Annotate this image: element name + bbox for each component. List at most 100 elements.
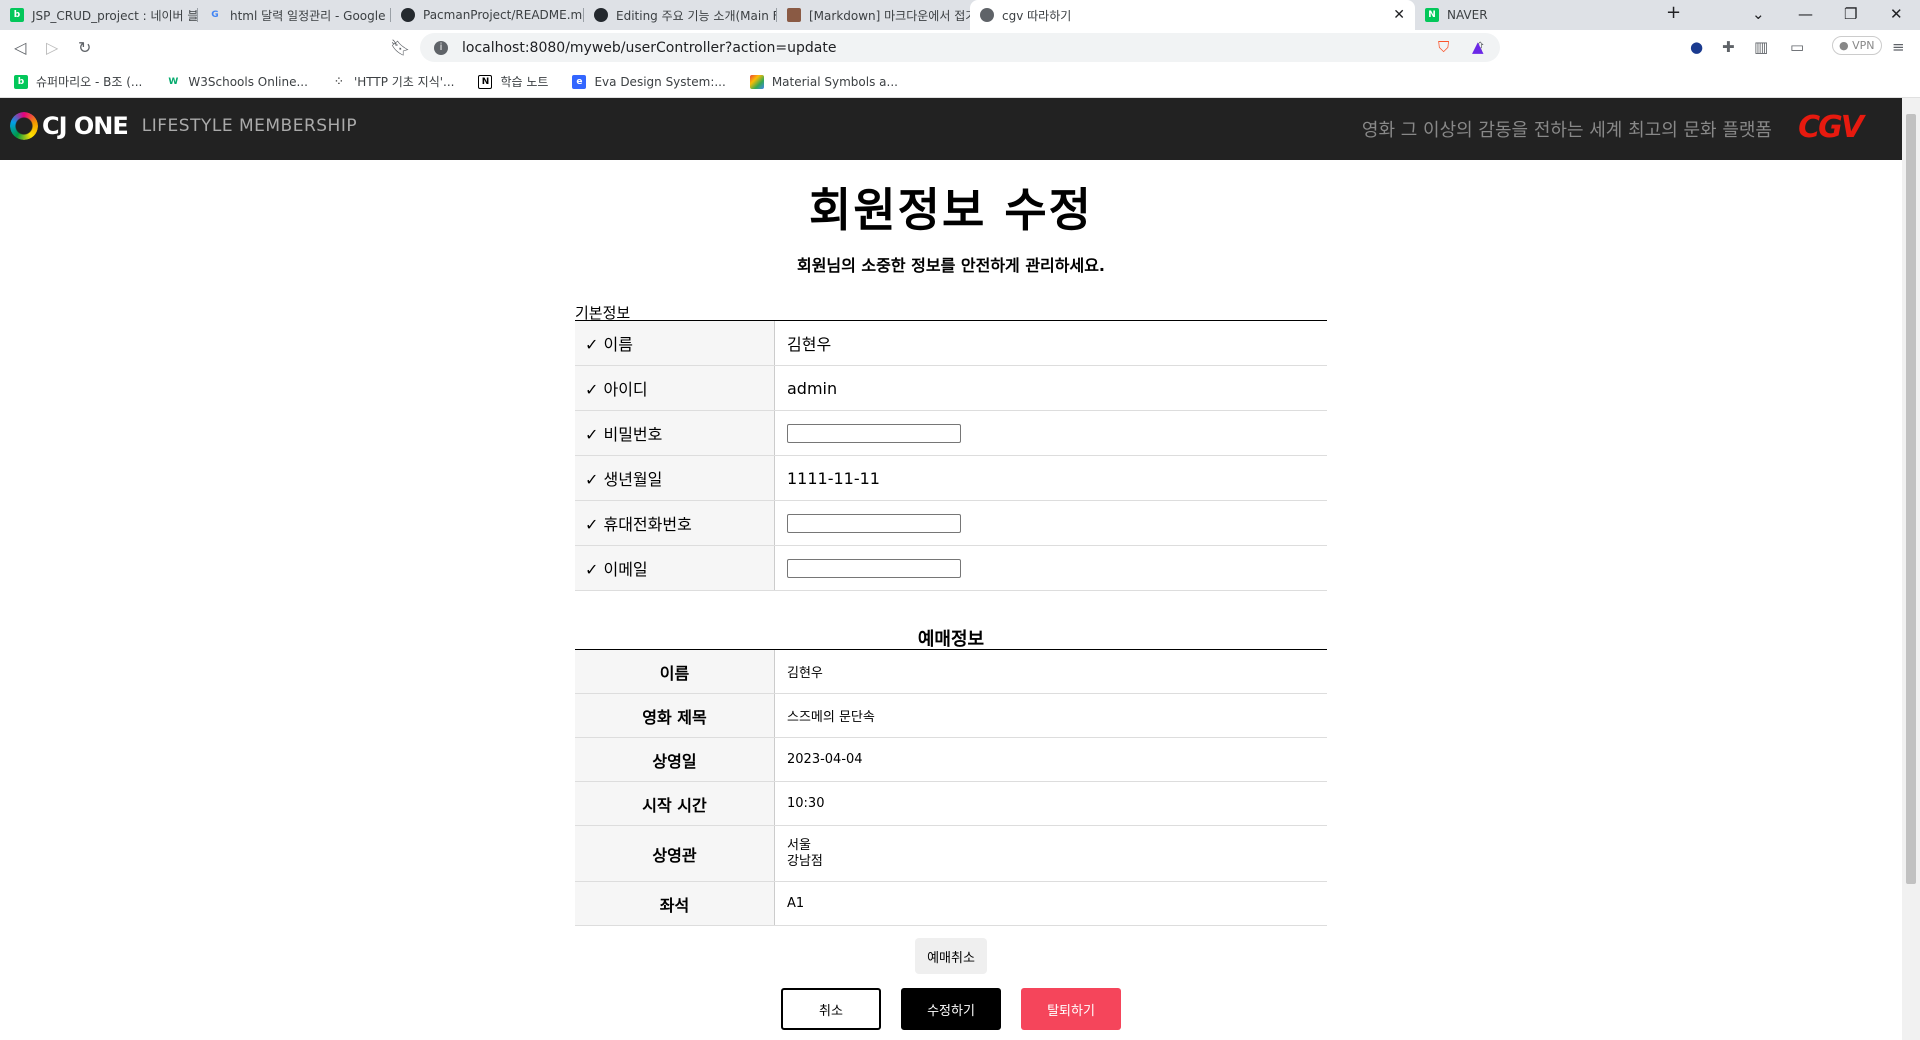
tab-naver-blog[interactable]: b JSP_CRUD_project : 네이버 블로그 [0, 0, 198, 30]
vpn-button[interactable]: ● VPN [1832, 36, 1882, 55]
close-icon[interactable]: ✕ [1393, 7, 1405, 23]
thumbnail-icon [787, 8, 801, 22]
bookmark-label: 슈퍼마리오 - B조 (... [36, 75, 143, 89]
sidebar-icon[interactable]: ▥ [1754, 38, 1768, 56]
row-label: ✓ 이름 [575, 321, 775, 365]
github-icon [594, 8, 608, 22]
table-row: ✓ 비밀번호 [575, 411, 1327, 456]
table-row: 시작 시간 10:30 [575, 782, 1327, 826]
row-label: ✓ 생년월일 [575, 456, 775, 500]
reload-icon[interactable]: ↻ [78, 38, 91, 57]
new-tab-icon[interactable]: + [1666, 2, 1681, 23]
info-icon[interactable]: i [434, 40, 448, 55]
bookmark-label: W3Schools Online... [188, 74, 308, 89]
cancel-reservation-button[interactable]: 예매취소 [915, 938, 987, 974]
brave-rewards-icon[interactable]: ▲ [1472, 38, 1484, 56]
row-label: ✓ 이메일 [575, 546, 775, 590]
id-value: admin [787, 378, 838, 398]
brand-name: CJ ONE [42, 112, 129, 140]
basic-info-table: ✓ 이름 김현우 ✓ 아이디 admin ✓ 비밀번호 ✓ 생년월일 1111-… [575, 320, 1327, 591]
bookmark-label: 학습 노트 [500, 75, 549, 89]
tab-naver[interactable]: N NAVER [1415, 0, 1608, 30]
main-content: 회원정보 수정 회원님의 소중한 정보를 안전하게 관리하세요. 기본정보 ✓ … [575, 174, 1327, 1030]
table-row: ✓ 휴대전화번호 [575, 501, 1327, 546]
tab-markdown[interactable]: [Markdown] 마크다운에서 접기/펼치 [777, 0, 970, 30]
page-viewport: CJ ONE LIFESTYLE MEMBERSHIP 영화 그 이상의 감동을… [0, 98, 1902, 1040]
password-input[interactable] [787, 423, 961, 443]
page-scrollbar[interactable] [1902, 98, 1920, 1040]
dots-icon: ⁘ [335, 76, 343, 87]
site-header: CJ ONE LIFESTYLE MEMBERSHIP 영화 그 이상의 감동을… [0, 98, 1902, 160]
table-row: 영화 제목 스즈메의 문단속 [575, 694, 1327, 738]
update-button[interactable]: 수정하기 [901, 988, 1001, 1030]
blog-icon: b [14, 74, 28, 89]
row-label: ✓ 휴대전화번호 [575, 501, 775, 545]
bookmark-label: 'HTTP 기초 지식'... [353, 75, 455, 89]
forward-icon[interactable]: ▷ [46, 38, 58, 57]
phone-input[interactable] [787, 513, 961, 533]
reservation-table: 이름 김현우 영화 제목 스즈메의 문단속 상영일 2023-04-04 시작 … [575, 649, 1327, 926]
bookmark-item[interactable]: ⁘ 'HTTP 기초 지식'... [332, 73, 455, 90]
row-label: 시작 시간 [575, 782, 775, 825]
bookmark-item[interactable]: b 슈퍼마리오 - B조 (... [14, 73, 142, 90]
table-row: ✓ 이메일 [575, 546, 1327, 591]
table-row: ✓ 이름 김현우 [575, 321, 1327, 366]
tab-label: JSP_CRUD_project : 네이버 블로그 [32, 8, 198, 23]
notion-icon: N [478, 74, 493, 89]
brand-tagline: LIFESTYLE MEMBERSHIP [141, 116, 358, 136]
brave-shield-icon[interactable]: ⛉ [1438, 38, 1449, 56]
theater-branch: 강남점 [787, 853, 823, 869]
extension-check-icon[interactable]: ● [1690, 38, 1703, 56]
email-input[interactable] [787, 558, 961, 578]
table-row: 상영관 서울 강남점 [575, 826, 1327, 882]
name-value: 김현우 [787, 335, 832, 354]
bookmark-item[interactable]: Material Symbols a... [749, 74, 898, 89]
w3schools-icon: W [168, 76, 179, 87]
tab-github-editing[interactable]: Editing 주요 기능 소개(Main Frame) [584, 0, 777, 30]
bookmark-item[interactable]: e Eva Design System:... [572, 74, 726, 89]
blog-icon: b [10, 8, 24, 22]
globe-icon [980, 8, 994, 22]
bookmark-item[interactable]: N 학습 노트 [478, 73, 548, 90]
puzzle-icon[interactable]: ✚ [1722, 38, 1735, 56]
tab-label: [Markdown] 마크다운에서 접기/펼치 [809, 8, 970, 23]
tab-label: NAVER [1447, 8, 1488, 22]
tab-strip: b JSP_CRUD_project : 네이버 블로그 G html 달력 일… [0, 0, 1920, 30]
page-title: 회원정보 수정 [809, 183, 1093, 237]
url-text: localhost:8080/myweb/userController?acti… [462, 39, 837, 56]
tab-search-icon[interactable]: ⌄ [1752, 5, 1765, 23]
bookmark-icon[interactable]: 🔖︎ [390, 38, 410, 57]
table-row: ✓ 생년월일 1111-11-11 [575, 456, 1327, 501]
tab-label: cgv 따라하기 [1002, 8, 1072, 23]
cgv-logo[interactable]: CGV [1798, 110, 1864, 145]
restore-icon[interactable]: ❐ [1844, 5, 1857, 23]
row-value: 10:30 [787, 796, 825, 811]
action-buttons: 취소 수정하기 탈퇴하기 [575, 988, 1327, 1030]
table-row: ✓ 아이디 admin [575, 366, 1327, 411]
tab-label: html 달력 일정관리 - Google 검색 [230, 8, 391, 23]
row-label: 좌석 [575, 882, 775, 925]
tab-github-pacman[interactable]: PacmanProject/README.md at main [391, 0, 584, 30]
window-close-icon[interactable]: ✕ [1890, 5, 1903, 23]
wallet-icon[interactable]: ▭ [1790, 38, 1804, 56]
bookmark-item[interactable]: W W3Schools Online... [166, 75, 308, 89]
vpn-label: VPN [1852, 39, 1875, 52]
menu-icon[interactable]: ≡ [1892, 38, 1905, 56]
row-label: 상영일 [575, 738, 775, 781]
withdraw-button[interactable]: 탈퇴하기 [1021, 988, 1121, 1030]
scrollbar-thumb[interactable] [1906, 114, 1916, 884]
row-value: 김현우 [787, 666, 823, 681]
url-field[interactable]: i localhost:8080/myweb/userController?ac… [420, 33, 1500, 62]
row-label: 영화 제목 [575, 694, 775, 737]
tab-cgv[interactable]: cgv 따라하기 ✕ [970, 0, 1415, 30]
naver-icon: N [1425, 8, 1439, 22]
row-label: 이름 [575, 650, 775, 693]
back-icon[interactable]: ◁ [14, 38, 26, 57]
tab-label: PacmanProject/README.md at main [423, 8, 584, 22]
row-label: 상영관 [575, 826, 775, 881]
minimize-icon[interactable]: — [1798, 5, 1813, 23]
tab-google[interactable]: G html 달력 일정관리 - Google 검색 [198, 0, 391, 30]
cancel-button[interactable]: 취소 [781, 988, 881, 1030]
material-symbols-icon [749, 74, 764, 89]
cj-one-logo[interactable]: CJ ONE LIFESTYLE MEMBERSHIP [10, 112, 357, 140]
